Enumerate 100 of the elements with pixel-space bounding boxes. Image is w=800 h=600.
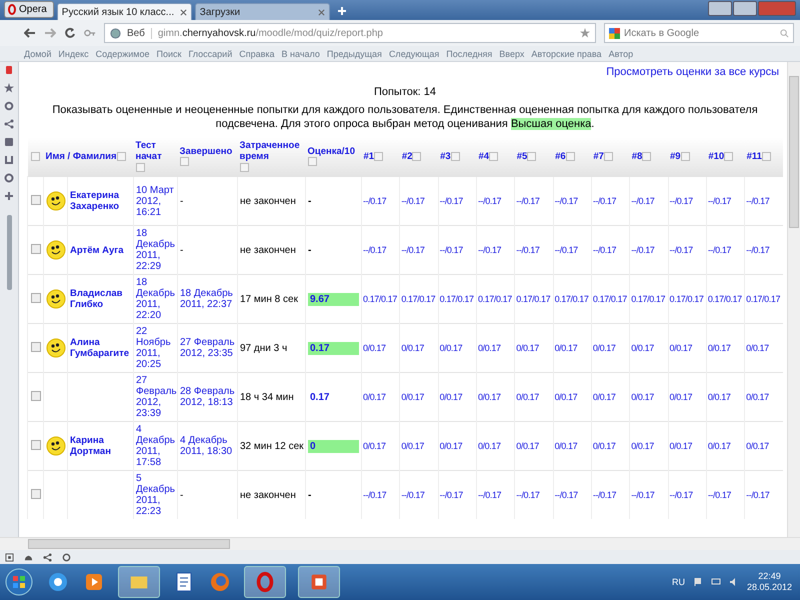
score-link[interactable]: 0/0.17 [592, 440, 616, 450]
score-link[interactable]: --/0.17 [746, 244, 770, 254]
score-link[interactable]: 0/0.17 [516, 342, 539, 352]
score-link[interactable]: --/0.17 [363, 196, 386, 206]
vertical-scrollbar[interactable] [787, 62, 800, 537]
navigation-link[interactable]: Индекс [58, 48, 89, 58]
finish-date-link[interactable]: 28 Февраль 2012, 18:13 [180, 386, 235, 408]
taskbar-app-button[interactable] [118, 566, 160, 598]
column-header[interactable]: #7 [593, 151, 604, 162]
collapse-icon[interactable] [450, 152, 460, 161]
score-link[interactable]: 0/0.17 [401, 342, 424, 352]
column-header[interactable]: #4 [478, 151, 490, 162]
score-link[interactable]: --/0.17 [516, 244, 540, 254]
score-link[interactable]: 0/0.17 [746, 342, 769, 352]
score-link[interactable]: 0/0.17 [708, 342, 730, 352]
score-link[interactable]: 0/0.17 [708, 392, 730, 402]
score-link[interactable]: --/0.17 [592, 196, 616, 206]
score-link[interactable]: --/0.17 [708, 244, 732, 254]
score-link[interactable]: 0/0.17 [708, 440, 730, 450]
reload-icon[interactable] [64, 27, 76, 39]
collapse-icon[interactable] [136, 162, 144, 172]
score-link[interactable]: 0/0.17 [440, 440, 462, 450]
close-icon[interactable] [318, 8, 325, 16]
row-checkbox[interactable] [30, 292, 40, 302]
score-link[interactable]: --/0.17 [708, 490, 732, 500]
score-link[interactable]: 0/0.17 [478, 440, 501, 450]
score-link[interactable]: 0.17/0.17 [363, 294, 397, 304]
navigation-link[interactable]: Справка [239, 48, 275, 58]
score-link[interactable]: 0/0.17 [554, 342, 578, 352]
score-link[interactable]: --/0.17 [516, 490, 540, 500]
collapse-icon[interactable] [116, 152, 126, 161]
share-icon[interactable] [43, 552, 52, 562]
row-checkbox[interactable] [30, 194, 40, 204]
score-link[interactable]: 0/0.17 [746, 440, 769, 450]
navigation-link[interactable]: Автор [608, 48, 634, 58]
student-name-link[interactable]: Владислав Глибко [70, 288, 131, 310]
score-link[interactable]: 0.17/0.17 [670, 294, 704, 304]
row-checkbox[interactable] [30, 440, 40, 450]
start-date-link[interactable]: 10 Март 2012, 16:21 [136, 184, 175, 218]
column-header[interactable]: #8 [632, 151, 642, 162]
score-link[interactable]: 0/0.17 [631, 440, 654, 450]
score-link[interactable]: --/0.17 [363, 490, 386, 500]
taskbar-app-button[interactable] [298, 566, 340, 598]
score-link[interactable]: 0.17/0.17 [516, 294, 550, 304]
collapse-icon[interactable] [412, 152, 422, 161]
score-link[interactable]: --/0.17 [670, 244, 693, 254]
score-link[interactable]: --/0.17 [631, 196, 654, 206]
score-link[interactable]: 0/0.17 [401, 392, 424, 402]
start-date-link[interactable]: 18 Декабрь 2011, 22:20 [136, 277, 175, 321]
navigation-link[interactable]: Глоссарий [188, 48, 232, 58]
student-name-link[interactable]: Артём Ауга [70, 244, 124, 256]
forward-icon[interactable] [44, 27, 56, 39]
collapse-icon[interactable] [31, 152, 40, 161]
browser-tab[interactable]: Русский язык 10 класс... [56, 3, 192, 20]
student-name-link[interactable]: Карина Дортман [70, 435, 131, 457]
score-link[interactable]: --/0.17 [554, 196, 578, 206]
collapse-icon[interactable] [566, 152, 575, 161]
search-engine-icon[interactable] [609, 28, 620, 38]
star-icon[interactable] [580, 28, 590, 38]
sidebar-handle[interactable] [6, 215, 12, 290]
score-link[interactable]: 0/0.17 [401, 440, 424, 450]
menu-button[interactable]: Opera [4, 1, 54, 18]
score-link[interactable]: --/0.17 [401, 196, 425, 206]
grade-link[interactable]: 0.17 [308, 390, 359, 404]
score-link[interactable]: --/0.17 [592, 244, 616, 254]
score-link[interactable]: --/0.17 [708, 196, 732, 206]
score-link[interactable]: 0/0.17 [516, 392, 539, 402]
score-link[interactable]: 0/0.17 [746, 392, 769, 402]
score-link[interactable]: --/0.17 [631, 490, 654, 500]
column-header[interactable]: #3 [440, 151, 451, 162]
score-link[interactable]: 0/0.17 [363, 392, 386, 402]
collapse-icon[interactable] [680, 152, 690, 161]
student-name-link[interactable]: Алина Гумбарагите [70, 337, 131, 359]
score-link[interactable]: 0/0.17 [440, 392, 462, 402]
row-checkbox[interactable] [30, 342, 40, 352]
score-link[interactable]: 0/0.17 [363, 342, 386, 352]
column-header[interactable]: #11 [746, 151, 762, 162]
navigation-link[interactable]: Содержимое [96, 48, 150, 58]
column-header[interactable]: #1 [364, 151, 374, 162]
language-indicator[interactable]: RU [672, 577, 685, 587]
address-field[interactable]: Веб gimn.chernyahovsk.ru/moodle/mod/quiz/report.php [104, 23, 596, 43]
score-link[interactable]: 0/0.17 [363, 440, 386, 450]
score-link[interactable]: --/0.17 [592, 490, 616, 500]
collapse-icon[interactable] [180, 157, 188, 166]
navigation-link[interactable]: Вверх [499, 48, 524, 58]
collapse-icon[interactable] [762, 152, 771, 161]
score-link[interactable]: --/0.17 [478, 490, 502, 500]
column-header[interactable]: #6 [555, 151, 566, 162]
score-link[interactable]: --/0.17 [478, 244, 502, 254]
collapse-icon[interactable] [642, 152, 652, 161]
column-header[interactable]: #10 [708, 151, 724, 162]
score-link[interactable]: 0.17/0.17 [708, 294, 742, 304]
scrollbar-thumb[interactable] [28, 539, 230, 549]
grade-link[interactable]: 0.17 [308, 342, 359, 354]
finish-date-link[interactable]: 27 Февраль 2012, 23:35 [180, 337, 235, 359]
score-link[interactable]: 0.17/0.17 [478, 294, 512, 304]
scrollbar-thumb[interactable] [789, 76, 799, 228]
score-link[interactable]: --/0.17 [440, 196, 463, 206]
score-link[interactable]: 0/0.17 [631, 342, 654, 352]
column-header[interactable]: #5 [516, 151, 528, 162]
